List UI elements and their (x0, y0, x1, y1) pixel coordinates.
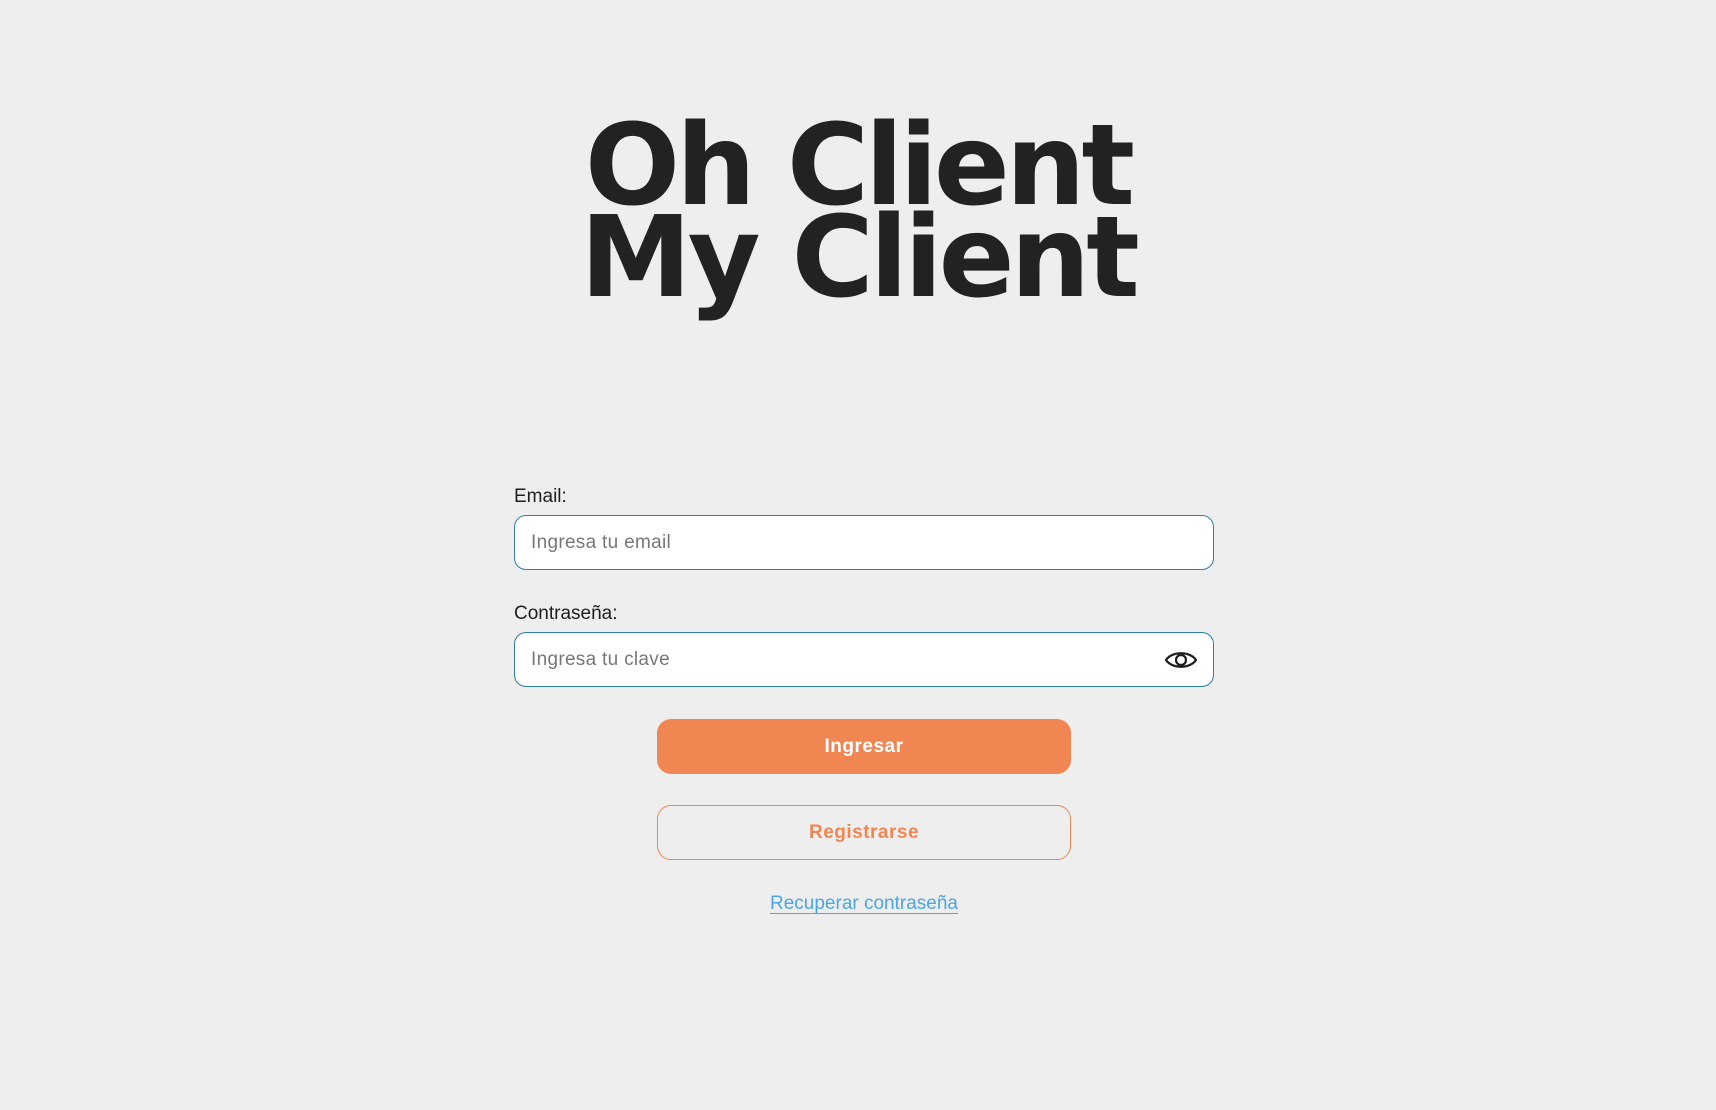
password-label: Contraseña: (514, 603, 618, 624)
field-spacer (514, 570, 1214, 602)
login-button[interactable]: Ingresar (657, 719, 1071, 774)
email-label: Email: (514, 486, 567, 507)
email-input[interactable] (515, 516, 1213, 569)
app-logo: Oh Client My Client (0, 110, 1716, 323)
logo-line-2: My Client (580, 193, 1140, 323)
password-input[interactable] (515, 633, 1213, 686)
eye-icon (1164, 651, 1198, 668)
email-field-wrapper (514, 515, 1214, 570)
register-button[interactable]: Registrarse (657, 805, 1071, 860)
recover-password-container: Recuperar contraseña (514, 892, 1214, 916)
login-form: Email: Contraseña: Ingresar Registrarse … (514, 485, 1214, 914)
password-field-wrapper (514, 632, 1214, 687)
show-password-toggle[interactable] (1163, 646, 1199, 674)
recover-password-link[interactable]: Recuperar contraseña (770, 893, 958, 914)
